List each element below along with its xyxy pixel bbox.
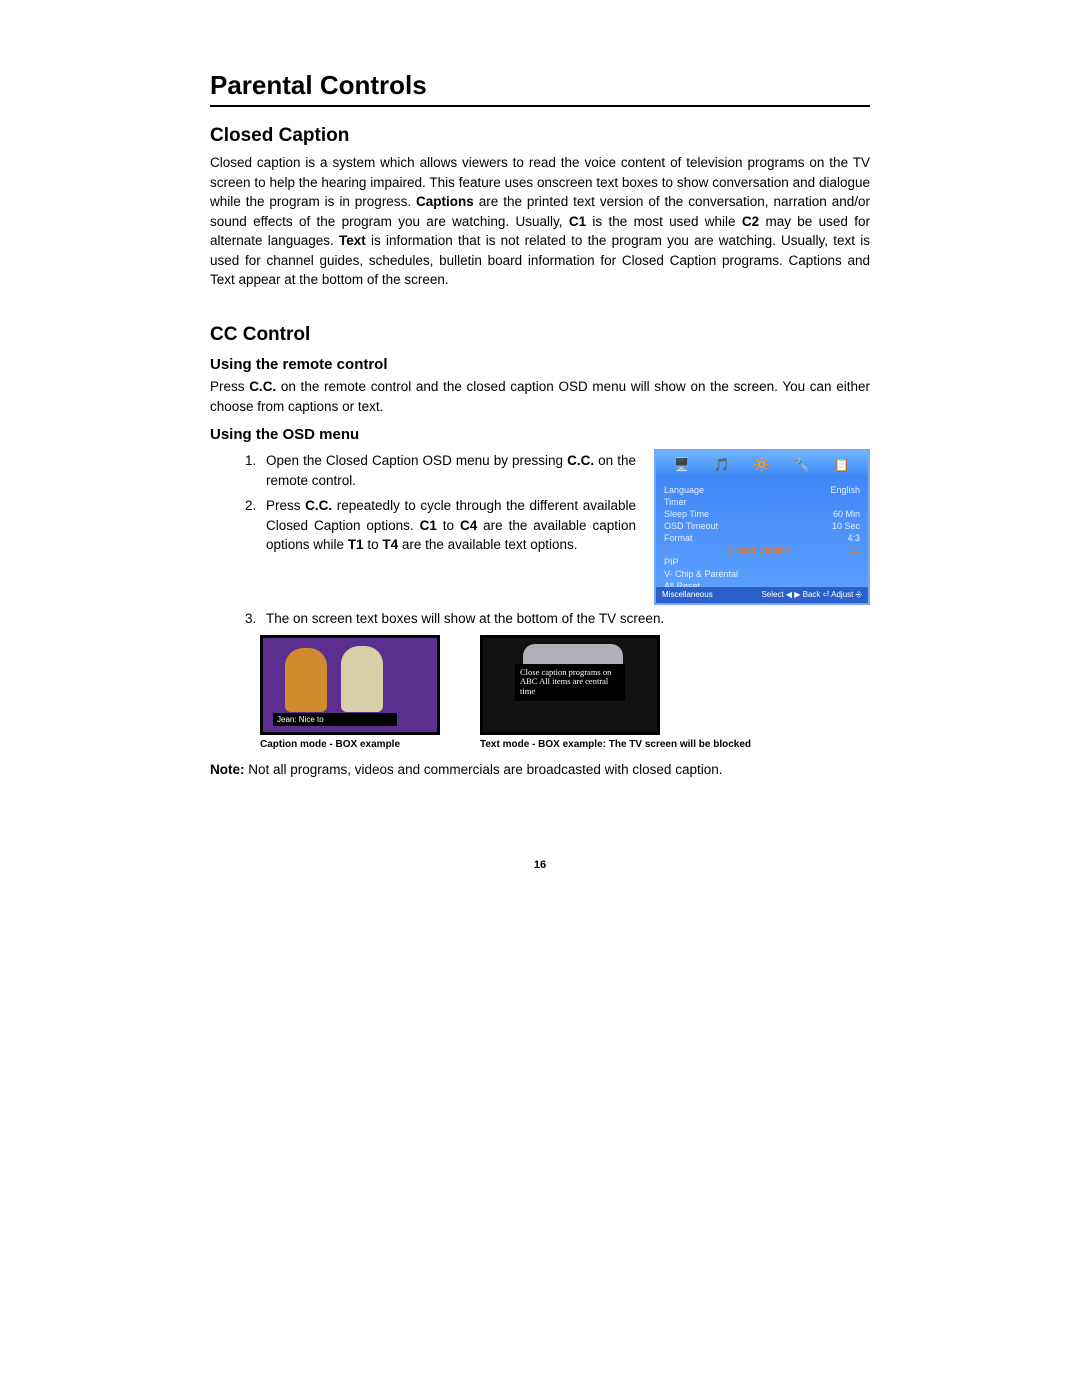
- figure-person-icon: [341, 646, 383, 712]
- caption-strip: Jean: Nice to: [273, 713, 397, 726]
- list-item: The on screen text boxes will show at th…: [260, 609, 870, 629]
- osd-menu-row: Timer: [664, 497, 860, 507]
- osd-menu-row: V- Chip & Parental: [664, 569, 860, 579]
- osd-row: Open the Closed Caption OSD menu by pres…: [210, 447, 870, 605]
- subheading-remote: Using the remote control: [210, 356, 870, 373]
- remote-paragraph: Press C.C. on the remote control and the…: [210, 377, 870, 416]
- section-heading-cc-control: CC Control: [210, 324, 870, 346]
- music-icon: 🎵: [714, 457, 730, 473]
- tools-icon: 🔧: [794, 457, 810, 473]
- example-label: Text mode - BOX example: The TV screen w…: [480, 739, 820, 750]
- osd-footer: Miscellaneous Select ◀ ▶ Back ⏎ Adjust ⎆: [656, 587, 868, 603]
- closed-caption-paragraph: Closed caption is a system which allows …: [210, 153, 870, 290]
- osd-menu-screenshot: 🖥️ 🎵 🔆 🔧 📋 LanguageEnglish Timer Sleep Tim…: [654, 449, 870, 605]
- list-icon: 📋: [834, 457, 850, 473]
- osd-menu-row: LanguageEnglish: [664, 485, 860, 495]
- example-label: Caption mode - BOX example: [260, 739, 440, 750]
- note-paragraph: Note: Not all programs, videos and comme…: [210, 760, 870, 780]
- text-mode-block: Close caption programs on ABC All items …: [515, 664, 625, 701]
- page-title: Parental Controls: [210, 70, 870, 107]
- text-example: Close caption programs on ABC All items …: [480, 635, 820, 750]
- list-item: Press C.C. repeatedly to cycle through t…: [260, 496, 636, 555]
- osd-menu-row: Sleep Time60 Min: [664, 509, 860, 519]
- osd-icon-row: 🖥️ 🎵 🔆 🔧 📋: [656, 451, 868, 479]
- osd-menu-row: Format4:3: [664, 533, 860, 543]
- osd-body: LanguageEnglish Timer Sleep Time60 Min OSD …: [656, 479, 868, 597]
- section-heading-closed-caption: Closed Caption: [210, 125, 870, 147]
- text-example-image: Close caption programs on ABC All items …: [480, 635, 660, 735]
- subheading-osd: Using the OSD menu: [210, 426, 870, 443]
- caption-example: Jean: Nice to Caption mode - BOX example: [260, 635, 440, 750]
- osd-menu-row: OSD Timeout10 Sec: [664, 521, 860, 531]
- document-page: Parental Controls Closed Caption Closed …: [0, 0, 1080, 911]
- page-number: 16: [210, 859, 870, 871]
- osd-menu-row: PIP: [664, 557, 860, 567]
- examples-row: Jean: Nice to Caption mode - BOX example…: [260, 635, 870, 750]
- osd-menu-row: Closed CaptionC1: [664, 545, 860, 555]
- figure-person-icon: [285, 648, 327, 712]
- tv-icon: 🖥️: [674, 457, 690, 473]
- caption-example-image: Jean: Nice to: [260, 635, 440, 735]
- brightness-icon: 🔆: [754, 457, 770, 473]
- osd-steps-list-cont: The on screen text boxes will show at th…: [210, 609, 870, 629]
- list-item: Open the Closed Caption OSD menu by pres…: [260, 451, 636, 490]
- osd-steps-list: Open the Closed Caption OSD menu by pres…: [210, 451, 636, 561]
